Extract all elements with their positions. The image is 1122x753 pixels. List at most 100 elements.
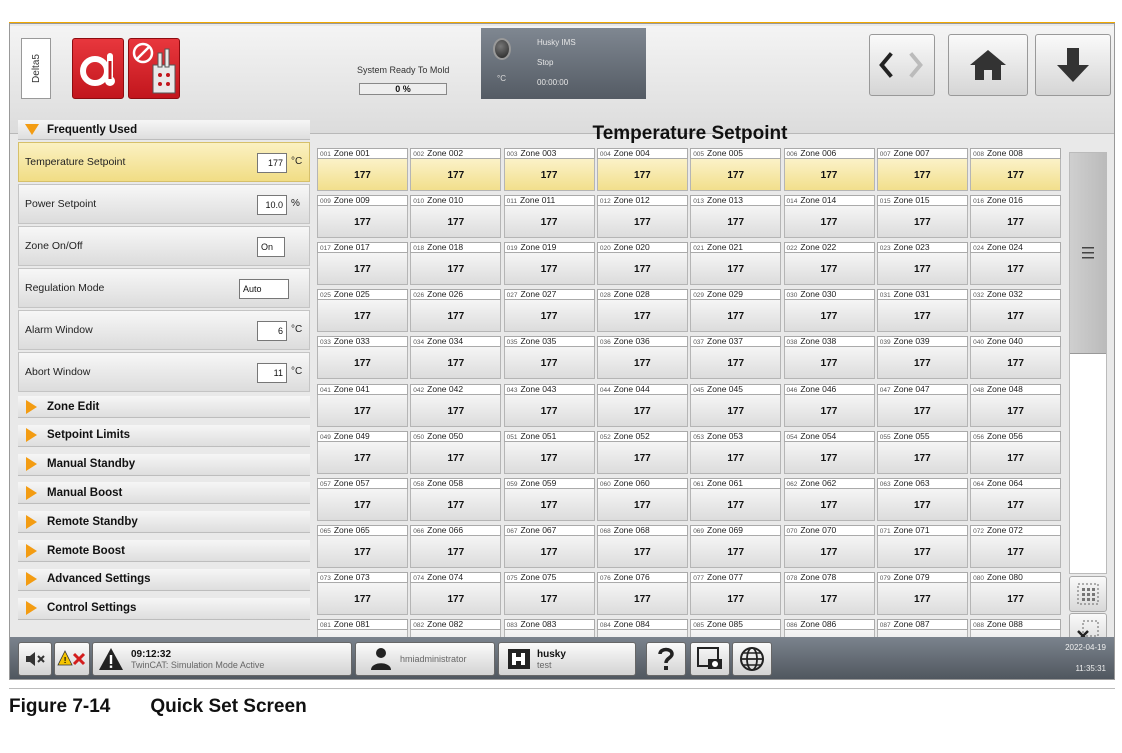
zone-cell-009[interactable]: 009 Zone 009 177: [317, 195, 408, 239]
zone-cell-008[interactable]: 008 Zone 008 177: [970, 148, 1062, 191]
zone-cell-059[interactable]: 059 Zone 059 177: [503, 477, 595, 521]
zone-cell-045[interactable]: 045 Zone 045 177: [690, 383, 782, 427]
zone-cell-013[interactable]: 013 Zone 013 177: [690, 195, 782, 239]
zone-cell-057[interactable]: 057 Zone 057 177: [317, 477, 408, 521]
zone-cell-074[interactable]: 074 Zone 074 177: [410, 571, 502, 615]
zone-cell-085[interactable]: 085Zone 085177: [690, 619, 782, 637]
zone-cell-041[interactable]: 041 Zone 041 177: [317, 383, 408, 427]
zone-cell-087[interactable]: 087Zone 087177: [876, 619, 968, 637]
param-row-regulation-mode[interactable]: Regulation Mode Auto: [18, 268, 310, 308]
zone-cell-079[interactable]: 079 Zone 079 177: [876, 571, 968, 615]
zone-cell-055[interactable]: 055 Zone 055 177: [876, 430, 968, 474]
param-row-power-setpoint[interactable]: Power Setpoint 10.0%: [18, 184, 310, 224]
param-row-abort-window[interactable]: Abort Window 11 °C: [18, 352, 310, 392]
section-frequently-used[interactable]: Frequently Used: [18, 120, 310, 140]
download-button[interactable]: [1035, 34, 1111, 96]
zone-cell-032[interactable]: 032 Zone 032 177: [970, 289, 1062, 333]
zone-cell-011[interactable]: 011 Zone 011 177: [503, 195, 595, 239]
zone-cell-004[interactable]: 004 Zone 004 177: [596, 148, 688, 191]
zone-cell-058[interactable]: 058 Zone 058 177: [410, 477, 502, 521]
param-row-alarm-window[interactable]: Alarm Window 6 °C: [18, 310, 310, 350]
param-value-field[interactable]: Auto: [239, 279, 289, 299]
param-value-field[interactable]: On: [257, 237, 285, 257]
zone-cell-084[interactable]: 084Zone 084177: [596, 619, 688, 637]
zone-cell-016[interactable]: 016 Zone 016 177: [970, 195, 1062, 239]
zone-cell-005[interactable]: 005 Zone 005 177: [690, 148, 782, 191]
zone-cell-024[interactable]: 024 Zone 024 177: [970, 242, 1062, 286]
zone-cell-063[interactable]: 063 Zone 063 177: [876, 477, 968, 521]
zone-cell-065[interactable]: 065 Zone 065 177: [317, 524, 408, 568]
section-manual-standby[interactable]: Manual Standby: [18, 453, 310, 476]
scrollbar-thumb[interactable]: [1070, 153, 1106, 354]
param-value-field[interactable]: 11: [257, 363, 287, 383]
zone-cell-012[interactable]: 012 Zone 012 177: [596, 195, 688, 239]
alarm-message-button[interactable]: 09:12:32 TwinCAT: Simulation Mode Active: [92, 642, 352, 676]
zone-cell-019[interactable]: 019 Zone 019 177: [503, 242, 595, 286]
zone-cell-071[interactable]: 071 Zone 071 177: [876, 524, 968, 568]
zone-cell-031[interactable]: 031 Zone 031 177: [876, 289, 968, 333]
zone-cell-022[interactable]: 022 Zone 022 177: [783, 242, 875, 286]
zone-cell-067[interactable]: 067 Zone 067 177: [503, 524, 595, 568]
home-button[interactable]: [948, 34, 1028, 96]
language-button[interactable]: [732, 642, 772, 676]
zone-cell-044[interactable]: 044 Zone 044 177: [596, 383, 688, 427]
zone-cell-030[interactable]: 030 Zone 030 177: [783, 289, 875, 333]
zone-cell-007[interactable]: 007 Zone 007 177: [876, 148, 968, 191]
zone-cell-069[interactable]: 069 Zone 069 177: [690, 524, 782, 568]
zone-cell-003[interactable]: 003 Zone 003 177: [503, 148, 595, 191]
screenshot-button[interactable]: [690, 642, 730, 676]
mute-button[interactable]: [18, 642, 52, 676]
zone-cell-047[interactable]: 047 Zone 047 177: [876, 383, 968, 427]
forward-arrow-icon[interactable]: [909, 52, 923, 78]
zone-cell-002[interactable]: 002 Zone 002 177: [410, 148, 502, 191]
zone-cell-076[interactable]: 076 Zone 076 177: [596, 571, 688, 615]
zone-cell-046[interactable]: 046 Zone 046 177: [783, 383, 875, 427]
ims-status-panel[interactable]: °C Husky IMS Stop 00:00:00: [481, 28, 646, 99]
zone-cell-020[interactable]: 020 Zone 020 177: [596, 242, 688, 286]
section-manual-boost[interactable]: Manual Boost: [18, 482, 310, 505]
zone-cell-048[interactable]: 048 Zone 048 177: [970, 383, 1062, 427]
select-all-button[interactable]: [1069, 576, 1107, 612]
zone-cell-027[interactable]: 027 Zone 027 177: [503, 289, 595, 333]
section-setpoint-limits[interactable]: Setpoint Limits: [18, 424, 310, 447]
user-button[interactable]: hmiadministrator: [355, 642, 495, 676]
zone-cell-014[interactable]: 014 Zone 014 177: [783, 195, 875, 239]
param-value-field[interactable]: 10.0: [257, 195, 287, 215]
param-row-zone-on-off[interactable]: Zone On/Off On: [18, 226, 310, 266]
zone-cell-038[interactable]: 038 Zone 038 177: [783, 336, 875, 380]
zone-cell-062[interactable]: 062 Zone 062 177: [783, 477, 875, 521]
zone-cell-060[interactable]: 060 Zone 060 177: [596, 477, 688, 521]
zone-cell-021[interactable]: 021 Zone 021 177: [690, 242, 782, 286]
param-value-field[interactable]: 177: [257, 153, 287, 173]
zone-cell-015[interactable]: 015 Zone 015 177: [876, 195, 968, 239]
mold-disabled-button[interactable]: [128, 38, 180, 99]
zone-cell-078[interactable]: 078 Zone 078 177: [783, 571, 875, 615]
zone-cell-034[interactable]: 034 Zone 034 177: [410, 336, 502, 380]
delta-tab[interactable]: Delta5: [21, 38, 51, 99]
section-advanced-settings[interactable]: Advanced Settings: [18, 568, 310, 591]
zone-cell-033[interactable]: 033 Zone 033 177: [317, 336, 408, 380]
zone-cell-052[interactable]: 052 Zone 052 177: [596, 430, 688, 474]
help-button[interactable]: [646, 642, 686, 676]
param-value-field[interactable]: 6: [257, 321, 287, 341]
zone-cell-073[interactable]: 073 Zone 073 177: [317, 571, 408, 615]
zone-cell-075[interactable]: 075 Zone 075 177: [503, 571, 595, 615]
zone-cell-010[interactable]: 010 Zone 010 177: [410, 195, 502, 239]
zone-cell-018[interactable]: 018 Zone 018 177: [410, 242, 502, 286]
zone-cell-037[interactable]: 037 Zone 037 177: [690, 336, 782, 380]
zone-cell-068[interactable]: 068 Zone 068 177: [596, 524, 688, 568]
temperature-alarm-button[interactable]: [72, 38, 124, 99]
section-remote-standby[interactable]: Remote Standby: [18, 511, 310, 534]
zone-cell-077[interactable]: 077 Zone 077 177: [690, 571, 782, 615]
section-remote-boost[interactable]: Remote Boost: [18, 540, 310, 562]
alarm-reset-button[interactable]: !: [54, 642, 90, 676]
zone-cell-028[interactable]: 028 Zone 028 177: [596, 289, 688, 333]
section-control-settings[interactable]: Control Settings: [18, 597, 310, 620]
profile-button[interactable]: husky test: [498, 642, 636, 676]
zone-cell-039[interactable]: 039 Zone 039 177: [876, 336, 968, 380]
zone-cell-053[interactable]: 053 Zone 053 177: [690, 430, 782, 474]
zone-cell-081[interactable]: 081Zone 081177: [317, 619, 408, 637]
zone-cell-001[interactable]: 001 Zone 001 177: [317, 148, 408, 191]
zone-cell-023[interactable]: 023 Zone 023 177: [876, 242, 968, 286]
zone-cell-072[interactable]: 072 Zone 072 177: [970, 524, 1062, 568]
